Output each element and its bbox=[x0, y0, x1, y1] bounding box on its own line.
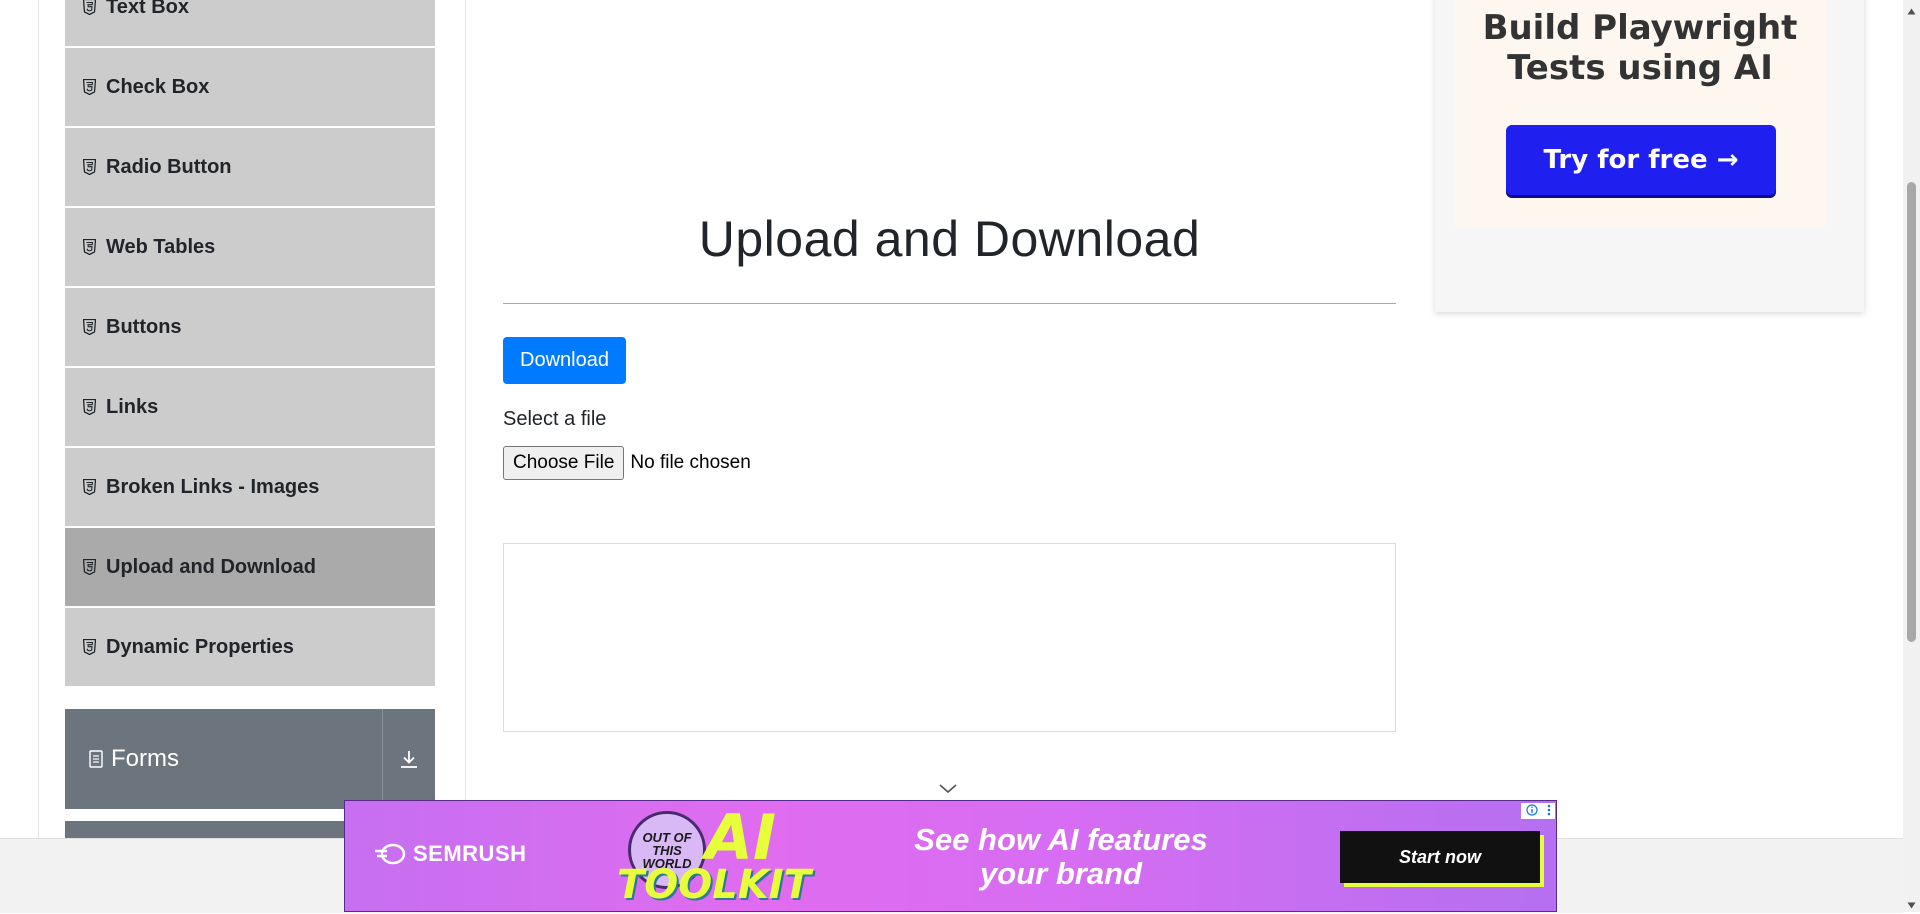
sidebar-item-label: Links bbox=[106, 395, 159, 418]
banner-tagline-line2: your brand bbox=[980, 856, 1142, 891]
sidebar-item-text-box[interactable]: Text Box bbox=[65, 0, 435, 46]
sidebar-item-radio-button[interactable]: Radio Button bbox=[65, 128, 435, 206]
sidebar-item-label: Upload and Download bbox=[106, 555, 316, 578]
sidebar-item-label: Broken Links - Images bbox=[106, 475, 320, 498]
more-options-icon[interactable] bbox=[1547, 804, 1551, 819]
banner-ad[interactable]: SEMRUSH OUT OF THIS WORLD AI TOOLKIT See… bbox=[344, 800, 1557, 912]
banner-tagline-line1: See how AI features bbox=[914, 822, 1208, 857]
banner-brand-label: SEMRUSH bbox=[413, 841, 527, 866]
left-border bbox=[38, 0, 39, 838]
html5-icon bbox=[83, 79, 96, 95]
sidebar-item-label: Dynamic Properties bbox=[106, 635, 294, 658]
start-now-button[interactable]: Start now bbox=[1340, 831, 1540, 883]
html5-icon bbox=[83, 0, 96, 15]
upload-output-box bbox=[503, 543, 1396, 732]
sidebar-item-upload-and-download[interactable]: Upload and Download bbox=[65, 528, 435, 606]
html5-icon bbox=[83, 319, 96, 335]
vertical-scrollbar[interactable] bbox=[1903, 0, 1920, 912]
info-icon[interactable] bbox=[1525, 803, 1538, 819]
download-button[interactable]: Download bbox=[503, 337, 626, 384]
html5-icon bbox=[83, 399, 96, 415]
sidebar-item-broken-links-images[interactable]: Broken Links - Images bbox=[65, 448, 435, 526]
banner-tagline: See how AI features your brand bbox=[881, 823, 1241, 891]
banner-ai-text: AI bbox=[705, 801, 777, 874]
html5-icon bbox=[83, 239, 96, 255]
sidebar-divider bbox=[465, 0, 466, 838]
semrush-logo-icon bbox=[373, 843, 407, 865]
file-input[interactable]: Choose File No file chosen bbox=[503, 445, 751, 481]
sidebar-item-links[interactable]: Links bbox=[65, 368, 435, 446]
banner-brand: SEMRUSH bbox=[373, 841, 527, 867]
choose-file-button[interactable]: Choose File bbox=[503, 446, 625, 480]
adchoices-icon[interactable] bbox=[1521, 803, 1555, 819]
scroll-down-icon[interactable] bbox=[1907, 896, 1916, 914]
sidebar-item-label: Radio Button bbox=[106, 155, 232, 178]
html5-icon bbox=[83, 559, 96, 575]
group-header-label: Forms bbox=[111, 745, 179, 772]
sidebar-item-label: Buttons bbox=[106, 315, 182, 338]
sidebar-ad[interactable]: Build Playwright Tests using AI Try for … bbox=[1435, 0, 1864, 312]
html5-icon bbox=[83, 639, 96, 655]
page-title: Upload and Download bbox=[698, 211, 1201, 267]
sidebar-item-label: Text Box bbox=[106, 0, 189, 18]
sidebar-item-check-box[interactable]: Check Box bbox=[65, 48, 435, 126]
select-file-label: Select a file bbox=[503, 408, 607, 430]
badge-line1: OUT OF THIS bbox=[642, 829, 692, 858]
sidebar-item-web-tables[interactable]: Web Tables bbox=[65, 208, 435, 286]
sidebar-item-label: Check Box bbox=[106, 75, 210, 98]
title-divider bbox=[503, 303, 1396, 304]
banner-toolkit-text: TOOLKIT bbox=[617, 862, 811, 908]
document-icon bbox=[89, 750, 103, 768]
ad-headline: Build Playwright Tests using AI bbox=[1455, 8, 1825, 88]
ad-headline-line1: Build Playwright bbox=[1482, 8, 1798, 48]
sidebar-item-label: Web Tables bbox=[106, 235, 216, 258]
file-status-text: No file chosen bbox=[630, 452, 751, 473]
download-arrow-icon[interactable] bbox=[383, 709, 435, 809]
sidebar-menu: Text Box Check Box Radio Button Web Tabl… bbox=[65, 0, 435, 688]
sidebar-item-buttons[interactable]: Buttons bbox=[65, 288, 435, 366]
sidebar-item-dynamic-properties[interactable]: Dynamic Properties bbox=[65, 608, 435, 686]
ad-panel: Build Playwright Tests using AI Try for … bbox=[1455, 0, 1825, 228]
html5-icon bbox=[83, 479, 96, 495]
scrollbar-thumb[interactable] bbox=[1907, 182, 1916, 642]
ad-headline-line2: Tests using AI bbox=[1507, 48, 1773, 88]
try-for-free-button[interactable]: Try for free → bbox=[1506, 125, 1776, 195]
html5-icon bbox=[83, 159, 96, 175]
group-header-forms[interactable]: Forms bbox=[65, 709, 435, 809]
chevron-down-icon[interactable] bbox=[938, 782, 958, 800]
scroll-up-icon[interactable] bbox=[1907, 2, 1916, 20]
